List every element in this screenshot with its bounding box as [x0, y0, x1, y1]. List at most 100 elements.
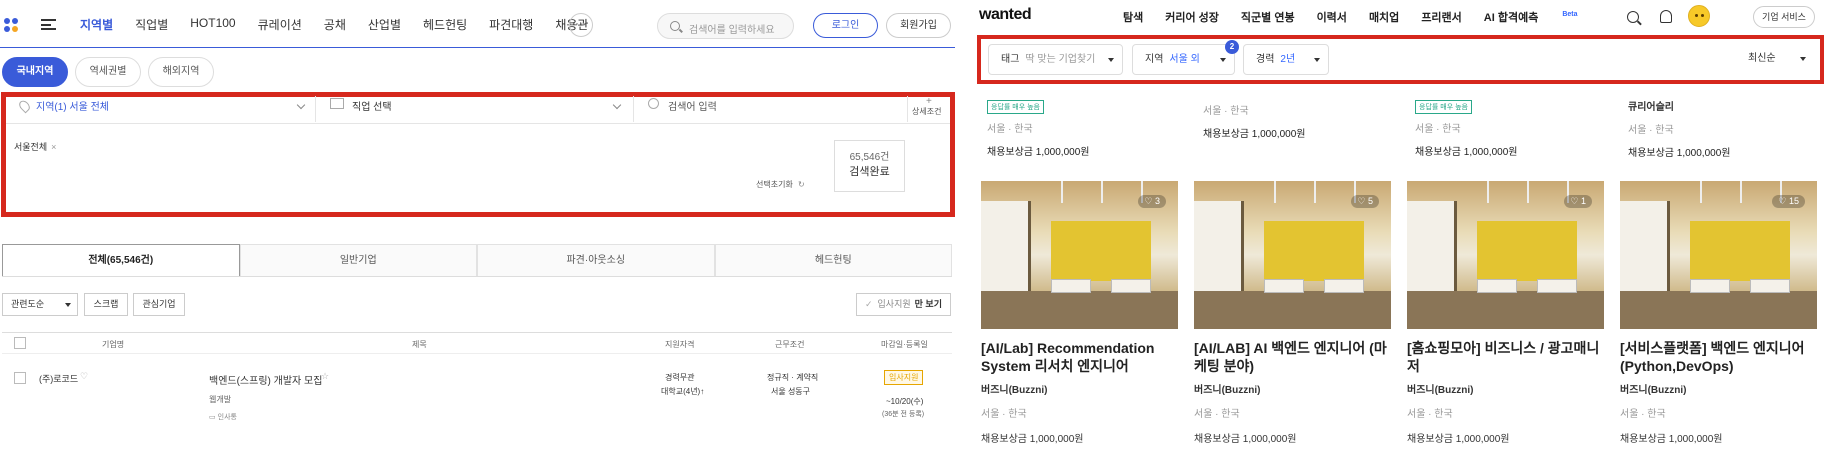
- star-icon[interactable]: ☆: [321, 371, 329, 382]
- job-card-reward: 채용보상금 1,000,000원: [1620, 434, 1723, 445]
- response-badge: 응답률 매우 높음: [987, 100, 1044, 114]
- job-card[interactable]: ♡ 1 [홈쇼핑모아] 비즈니스 / 광고매니저 버즈니(Buzzni) 서울 …: [1407, 181, 1604, 445]
- apply-badge[interactable]: 입사지원: [884, 370, 924, 385]
- menu-icon[interactable]: [41, 19, 56, 30]
- more-icon[interactable]: ···: [569, 13, 593, 37]
- search-result-count[interactable]: 65,546건 검색완료: [834, 140, 905, 192]
- row-tag: 웹개발: [209, 395, 232, 404]
- left-search-input[interactable]: 검색어를 입력하세요: [657, 13, 794, 39]
- job-card-company: 버즈니(Buzzni): [1407, 385, 1474, 396]
- nav-freelancer[interactable]: 프리랜서: [1421, 9, 1461, 25]
- top-card-4[interactable]: 큐리어슬리 서울 · 한국 채용보상금 1,000,000원: [1628, 80, 1818, 159]
- top-card-2[interactable]: 서울 · 한국 채용보상금 1,000,000원: [1203, 80, 1393, 140]
- avatar[interactable]: [1688, 5, 1710, 27]
- nav-item-curation[interactable]: 큐레이션: [258, 16, 302, 33]
- filter-tag-hint: 딱 맞는 기업찾기: [1025, 54, 1096, 65]
- pill-overseas[interactable]: 해외지역: [148, 57, 214, 87]
- select-all-checkbox[interactable]: [14, 337, 26, 349]
- tab-dispatch[interactable]: 파견·아웃소싱: [477, 244, 715, 276]
- caret-down-icon: [1800, 57, 1806, 61]
- nav-item-headhunting[interactable]: 헤드헌팅: [423, 16, 467, 33]
- row-company[interactable]: (주)로코드: [39, 372, 78, 385]
- wanted-logo[interactable]: wanted: [979, 6, 1032, 24]
- like-count[interactable]: ♡ 15: [1772, 195, 1805, 208]
- heart-icon[interactable]: ♡: [80, 371, 88, 382]
- top-card-3[interactable]: 응답률 매우 높음 서울 · 한국 채용보상금 1,000,000원: [1415, 80, 1605, 158]
- nav-item-job[interactable]: 직업별: [135, 16, 168, 33]
- job-card-image: ♡ 3: [981, 181, 1178, 329]
- tab-headhunting[interactable]: 헤드헌팅: [714, 244, 952, 276]
- filter-keyword-label: 검색어 입력: [668, 102, 717, 113]
- row-cond-1: 정규직 · 계약직: [767, 373, 819, 382]
- col-qualification: 지원자격: [665, 340, 695, 349]
- beta-badge: Beta: [1562, 11, 1578, 19]
- job-card-title: [AI/Lab] Recommendation System 리서치 엔지니어: [981, 340, 1155, 374]
- nav-item-industry[interactable]: 산업별: [368, 16, 401, 33]
- top-card-loc: 서울 · 한국: [1203, 106, 1249, 117]
- nav-salary[interactable]: 직군별 연봉: [1241, 9, 1295, 25]
- reset-label: 선택초기화: [756, 180, 793, 189]
- nav-ai-label: AI 합격예측: [1483, 12, 1539, 24]
- logo-icon[interactable]: [4, 18, 20, 32]
- chevron-down-icon: [296, 100, 306, 110]
- row-title[interactable]: 백엔드(스프링) 개발자 모집: [209, 372, 322, 387]
- login-button[interactable]: 로그인: [813, 13, 878, 38]
- sort-select[interactable]: 최신순: [1736, 44, 1814, 75]
- result-tabs: 전체(65,546건) 일반기업 파견·아웃소싱 헤드헌팅: [2, 244, 952, 277]
- scrap-button[interactable]: 스크랩: [84, 293, 128, 316]
- tab-all[interactable]: 전체(65,546건): [2, 244, 240, 276]
- job-card[interactable]: ♡ 5 [AI/LAB] AI 백엔드 엔지니어 (마케팅 분야) 버즈니(Bu…: [1194, 181, 1391, 445]
- nav-ai-predict[interactable]: AI 합격예측 Beta: [1484, 9, 1578, 25]
- search-icon[interactable]: [1627, 11, 1639, 23]
- nav-item-hot100[interactable]: HOT100: [190, 16, 235, 33]
- top-card-loc: 서울 · 한국: [987, 124, 1033, 135]
- briefcase-icon: [330, 98, 344, 109]
- sort-select[interactable]: 관련도순: [2, 293, 78, 316]
- reset-button[interactable]: 선택초기화 ↻: [756, 179, 805, 190]
- bell-icon[interactable]: [1660, 10, 1672, 23]
- like-count[interactable]: ♡ 1: [1564, 195, 1592, 208]
- close-icon[interactable]: ×: [51, 142, 56, 152]
- like-count[interactable]: ♡ 3: [1138, 195, 1166, 208]
- pill-domestic[interactable]: 국내지역: [2, 57, 68, 87]
- filter-career[interactable]: 경력 2년: [1243, 44, 1329, 75]
- nav-item-public[interactable]: 공채: [324, 16, 346, 33]
- top-card-1[interactable]: 응답률 매우 높음 서울 · 한국 채용보상금 1,000,000원: [987, 80, 1177, 158]
- selected-tag: 서울전체 ×: [14, 140, 56, 153]
- detail-conditions-button[interactable]: + 상세조건: [912, 96, 941, 117]
- filter-job[interactable]: 직업 선택: [316, 96, 634, 122]
- row-sub: ▭ 인사통: [209, 412, 237, 422]
- filter-region[interactable]: 지역(1) 서울 전체: [6, 96, 316, 122]
- like-count[interactable]: ♡ 5: [1351, 195, 1379, 208]
- filter-career-label: 경력: [1256, 54, 1275, 65]
- tab-general[interactable]: 일반기업: [239, 244, 477, 276]
- table-row[interactable]: (주)로코드 ♡ 백엔드(스프링) 개발자 모집 ☆ 웹개발 ▭ 인사통 경력무관…: [2, 362, 952, 432]
- top-card-reward: 채용보상금 1,000,000원: [1628, 148, 1731, 159]
- apply-only-toggle[interactable]: ✓ 입사지원 만 보기: [856, 293, 951, 316]
- job-card[interactable]: ♡ 15 [서비스플랫폼] 백엔드 엔지니어(Python,DevOps) 버즈…: [1620, 181, 1817, 445]
- row-qual-1: 경력무관: [665, 373, 695, 382]
- col-condition: 근무조건: [775, 340, 805, 349]
- join-button[interactable]: 회원가입: [886, 13, 951, 38]
- nav-item-dispatch[interactable]: 파견대행: [489, 16, 533, 33]
- nav-resume[interactable]: 이력서: [1317, 9, 1347, 25]
- interest-company-button[interactable]: 관심기업: [133, 293, 185, 316]
- job-card-image: ♡ 1: [1407, 181, 1604, 329]
- check-icon: ✓: [865, 299, 873, 309]
- filter-keyword[interactable]: 검색어 입력: [634, 96, 908, 122]
- pill-station[interactable]: 역세권별: [75, 57, 141, 87]
- corp-service-button[interactable]: 기업 서비스: [1753, 6, 1815, 28]
- nav-career[interactable]: 커리어 성장: [1165, 9, 1219, 25]
- filter-tag[interactable]: 태그 딱 맞는 기업찾기: [988, 44, 1123, 75]
- col-company: 기업명: [102, 340, 125, 349]
- filter-career-value: 2년: [1280, 54, 1296, 65]
- filter-region[interactable]: 지역 서울 외: [1132, 44, 1235, 75]
- nav-matchup[interactable]: 매치업: [1369, 9, 1399, 25]
- job-card[interactable]: ♡ 3 [AI/Lab] Recommendation System 리서치 엔…: [981, 181, 1178, 445]
- nav-item-region[interactable]: 지역별: [80, 16, 113, 33]
- job-card-image: ♡ 5: [1194, 181, 1391, 329]
- nav-explore[interactable]: 탐색: [1123, 9, 1143, 25]
- filter-tag-label: 태그: [1001, 54, 1020, 65]
- job-card-title: [홈쇼핑모아] 비즈니스 / 광고매니저: [1407, 340, 1600, 374]
- row-checkbox[interactable]: [14, 372, 26, 384]
